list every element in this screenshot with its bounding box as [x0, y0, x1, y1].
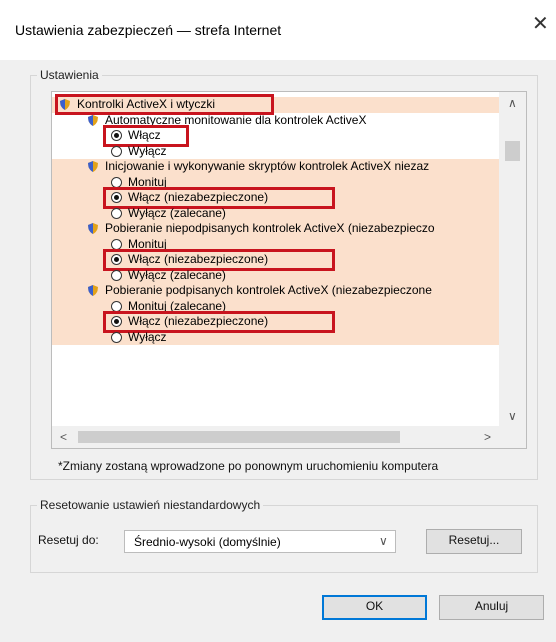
setting-label: Pobieranie podpisanych kontrolek ActiveX… — [105, 283, 432, 297]
shield-icon — [88, 223, 98, 234]
reset-to-label: Resetuj do: — [38, 533, 99, 547]
scroll-up-icon[interactable]: ∧ — [508, 96, 517, 110]
horizontal-scroll-thumb[interactable] — [78, 431, 400, 443]
setting-row: Pobieranie niepodpisanych kontrolek Acti… — [52, 221, 499, 237]
setting-row: Pobieranie podpisanych kontrolek ActiveX… — [52, 283, 499, 299]
horizontal-scrollbar[interactable]: < > — [52, 426, 499, 448]
reset-level-select[interactable]: Średnio-wysoki (domyślnie) ∨ — [124, 530, 396, 553]
setting-row: Inicjowanie i wykonywanie skryptów kontr… — [52, 159, 499, 175]
radio-button[interactable] — [111, 176, 122, 188]
radio-button[interactable] — [111, 207, 122, 219]
ok-button[interactable]: OK — [322, 595, 427, 620]
cancel-button[interactable]: Anuluj — [439, 595, 544, 620]
scroll-left-icon[interactable]: < — [60, 430, 67, 444]
close-icon[interactable]: ✕ — [532, 14, 549, 34]
shield-icon — [88, 161, 98, 172]
scrollbar-corner — [499, 426, 526, 448]
radio-option-row[interactable]: Wyłącz — [52, 144, 499, 160]
scroll-right-icon[interactable]: > — [484, 430, 491, 444]
radio-button[interactable] — [111, 145, 122, 157]
shield-icon — [88, 114, 98, 126]
radio-option-label: Wyłącz (zalecane) — [128, 267, 226, 282]
window-title: Ustawienia zabezpieczeń — strefa Interne… — [15, 22, 282, 38]
radio-option-row[interactable]: Wyłącz (zalecane) — [52, 268, 499, 284]
security-settings-dialog: Ustawienia zabezpieczeń — strefa Interne… — [0, 0, 556, 642]
radio-option-label: Wyłącz (zalecane) — [128, 205, 226, 220]
title-bar: Ustawienia zabezpieczeń — strefa Interne… — [0, 0, 556, 60]
restart-note: *Zmiany zostaną wprowadzone po ponownym … — [58, 459, 439, 473]
setting-label: Pobieranie niepodpisanych kontrolek Acti… — [105, 221, 435, 235]
radio-option-row[interactable]: Wyłącz (zalecane) — [52, 206, 499, 222]
chevron-down-icon[interactable]: ∨ — [379, 534, 388, 548]
reset-level-value: Średnio-wysoki (domyślnie) — [134, 535, 281, 549]
vertical-scrollbar[interactable]: ∧ ∨ — [499, 92, 526, 426]
shield-icon — [88, 285, 98, 296]
settings-list-rows: Kontrolki ActiveX i wtyczki Automatyczne … — [52, 92, 499, 426]
reset-button[interactable]: Resetuj... — [426, 529, 522, 554]
settings-list[interactable]: Kontrolki ActiveX i wtyczki Automatyczne … — [51, 91, 527, 449]
radio-button[interactable] — [111, 238, 122, 250]
radio-option-label: Wyłącz — [128, 143, 167, 158]
radio-button[interactable] — [111, 331, 122, 343]
radio-option-row[interactable]: Wyłącz — [52, 330, 499, 346]
reset-group-label: Resetowanie ustawień niestandardowych — [37, 498, 264, 512]
radio-option-label: Wyłącz — [128, 329, 167, 344]
settings-group-label: Ustawienia — [37, 68, 102, 82]
scroll-down-icon[interactable]: ∨ — [508, 409, 517, 423]
radio-button[interactable] — [111, 269, 122, 281]
radio-button[interactable] — [111, 300, 122, 312]
setting-label: Inicjowanie i wykonywanie skryptów kontr… — [105, 159, 430, 173]
vertical-scroll-thumb[interactable] — [505, 141, 520, 161]
